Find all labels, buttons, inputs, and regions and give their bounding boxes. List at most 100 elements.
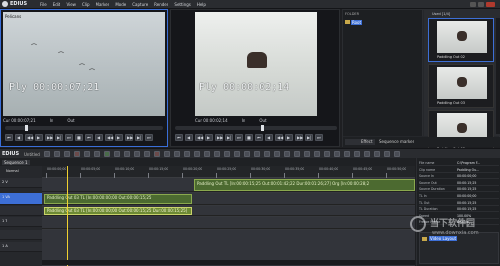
recorder-transport-button[interactable]: ◀ <box>185 134 193 141</box>
toolbar-tool-icon[interactable] <box>364 151 370 157</box>
recorder-transport-button[interactable]: ◀ <box>265 134 273 141</box>
toolbar-tool-icon[interactable] <box>334 151 340 157</box>
recorder-transport-button[interactable]: ⏭ <box>315 134 323 141</box>
track-mode-label[interactable]: Normal <box>6 169 19 173</box>
minimize-button[interactable] <box>470 2 476 7</box>
bin-clip[interactable]: Paddling Out 02 <box>428 18 494 62</box>
menu-item-settings[interactable]: Settings <box>174 2 190 8</box>
playhead-line[interactable] <box>67 166 68 266</box>
toolbar-tool-icon[interactable] <box>374 151 380 157</box>
timeline-ruler[interactable]: 00:00:00;00 00:00:05;00 00:00:10;00 00:00:1… <box>42 166 415 178</box>
recorder-transport-button[interactable]: ⏮ <box>175 134 183 141</box>
toolbar-tool-icon[interactable] <box>204 151 210 157</box>
bin-scrollbar[interactable] <box>496 18 500 134</box>
track-header[interactable] <box>0 230 42 240</box>
player-transport-button[interactable]: ◀◀ <box>25 134 33 141</box>
menu-item-capture[interactable]: Capture <box>132 2 148 8</box>
player-transport-button[interactable]: ▶▶ <box>45 134 53 141</box>
toolbar-tool-icon[interactable] <box>254 151 260 157</box>
toolbar-tool-icon[interactable] <box>154 151 160 157</box>
recorder-transport-button[interactable]: ▶ <box>285 134 293 141</box>
recorder-transport-button[interactable]: ◀◀ <box>275 134 283 141</box>
toolbar-tool-icon[interactable] <box>84 151 90 157</box>
recorder-transport-button[interactable]: ▶ <box>205 134 213 141</box>
player-transport-button[interactable]: ■ <box>75 134 83 141</box>
toolbar-tool-icon[interactable] <box>394 151 400 157</box>
toolbar-tool-icon[interactable] <box>104 151 110 157</box>
toolbar-tool-icon[interactable] <box>284 151 290 157</box>
toolbar-tool-icon[interactable] <box>304 151 310 157</box>
toolbar-tool-icon[interactable] <box>124 151 130 157</box>
menu-item-render[interactable]: Render <box>154 2 168 8</box>
toolbar-tool-icon[interactable] <box>134 151 140 157</box>
player-transport-button[interactable]: ⏮ <box>85 134 93 141</box>
menu-item-marker[interactable]: Marker <box>96 2 110 8</box>
sequence-tab[interactable]: Sequence 1 <box>2 160 30 165</box>
track-header[interactable]: 1 VA <box>0 193 42 205</box>
track-header[interactable]: 1 A <box>0 242 42 252</box>
tab-effect[interactable]: Effect <box>361 139 373 144</box>
menu-item-edit[interactable]: Edit <box>53 2 61 8</box>
player-transport-button[interactable]: ◀ <box>95 134 103 141</box>
player-transport-button[interactable]: ⏮ <box>5 134 13 141</box>
toolbar-tool-icon[interactable] <box>234 151 240 157</box>
recorder-transport-button[interactable]: ▶▶ <box>295 134 303 141</box>
toolbar-tool-icon[interactable] <box>94 151 100 157</box>
player-transport-button[interactable]: ◀◀ <box>105 134 113 141</box>
player-transport-button[interactable]: ▶▶ <box>125 134 133 141</box>
toolbar-tool-icon[interactable] <box>344 151 350 157</box>
bin-clip[interactable]: Paddling Out 03 <box>428 64 494 108</box>
recorder-transport-button[interactable]: ▶▶ <box>215 134 223 141</box>
player-scrubber[interactable] <box>5 125 163 131</box>
toolbar-tool-icon[interactable] <box>194 151 200 157</box>
toolbar-tool-icon[interactable] <box>244 151 250 157</box>
recorder-transport-button[interactable]: ⏮ <box>255 134 263 141</box>
toolbar-tool-icon[interactable] <box>354 151 360 157</box>
toolbar-tool-icon[interactable] <box>74 151 80 157</box>
toolbar-tool-icon[interactable] <box>174 151 180 157</box>
toolbar-tool-icon[interactable] <box>164 151 170 157</box>
player-transport-button[interactable]: ▶| <box>135 134 143 141</box>
toolbar-tool-icon[interactable] <box>274 151 280 157</box>
menu-item-help[interactable]: Help <box>197 2 206 8</box>
menu-item-clip[interactable]: Clip <box>82 2 90 8</box>
player-video[interactable]: Pelicans ⌒ ⌒ ⌒ ⌒ Ply 00:00:07;21 <box>3 12 165 116</box>
recorder-transport-button[interactable]: ▶| <box>225 134 233 141</box>
menu-item-view[interactable]: View <box>66 2 76 8</box>
timeline-hscroll[interactable] <box>42 260 415 265</box>
player-playhead[interactable] <box>25 125 28 131</box>
recorder-transport-button[interactable]: ■ <box>245 134 253 141</box>
recorder-transport-button[interactable]: ⏭ <box>235 134 243 141</box>
recorder-playhead[interactable] <box>261 125 264 131</box>
track-header[interactable] <box>0 206 42 216</box>
close-button[interactable] <box>486 2 495 7</box>
toolbar-tool-icon[interactable] <box>224 151 230 157</box>
toolbar-tool-icon[interactable] <box>44 151 50 157</box>
player-transport-button[interactable]: ⏭ <box>145 134 153 141</box>
folder-root[interactable]: Root <box>345 19 363 25</box>
recorder-transport-button[interactable]: ▶| <box>305 134 313 141</box>
tab-sequence-marker[interactable]: Sequence marker <box>379 139 414 144</box>
player-transport-button[interactable]: ⏭ <box>65 134 73 141</box>
recorder-video[interactable]: Ply 00:00:02;14 <box>195 12 317 116</box>
toolbar-tool-icon[interactable] <box>184 151 190 157</box>
toolbar-tool-icon[interactable] <box>314 151 320 157</box>
recorder-scrubber[interactable] <box>175 125 337 131</box>
player-transport-button[interactable]: ▶ <box>115 134 123 141</box>
track-header[interactable]: 1 T <box>0 217 42 227</box>
toolbar-tool-icon[interactable] <box>384 151 390 157</box>
menu-item-file[interactable]: File <box>40 2 47 8</box>
player-transport-button[interactable]: ▶ <box>35 134 43 141</box>
player-transport-button[interactable]: ▶| <box>55 134 63 141</box>
toolbar-tool-icon[interactable] <box>114 151 120 157</box>
timeline-clip[interactable]: Paddling Out TL [In:00:00:15;25 Out:00:0… <box>194 179 415 191</box>
recorder-transport-button[interactable]: ◀◀ <box>195 134 203 141</box>
menu-item-mode[interactable]: Mode <box>115 2 126 8</box>
toolbar-tool-icon[interactable] <box>324 151 330 157</box>
track-header[interactable]: 2 V <box>0 178 42 188</box>
player-transport-button[interactable]: ◀ <box>15 134 23 141</box>
toolbar-tool-icon[interactable] <box>144 151 150 157</box>
toolbar-tool-icon[interactable] <box>54 151 60 157</box>
toolbar-tool-icon[interactable] <box>264 151 270 157</box>
maximize-button[interactable] <box>478 2 484 7</box>
